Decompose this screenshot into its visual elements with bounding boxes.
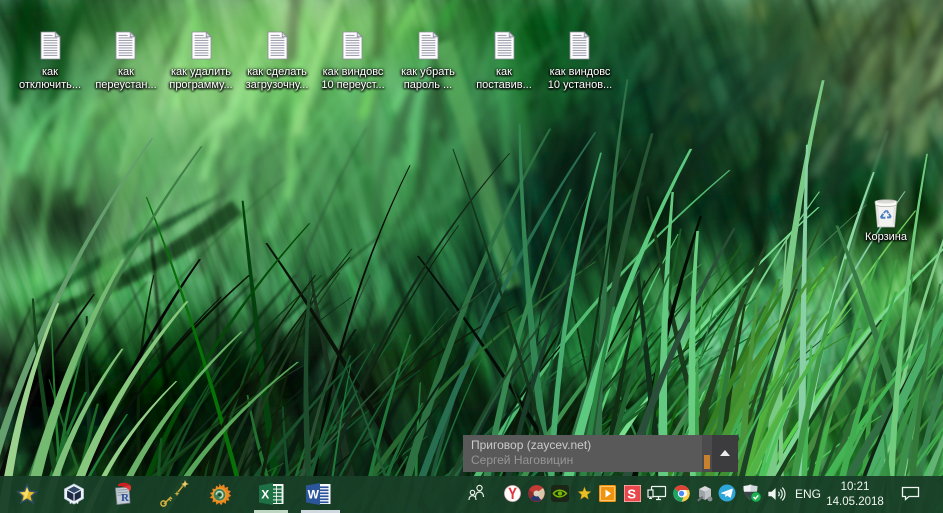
svg-text:W: W (308, 488, 320, 502)
svg-text:X: X (261, 488, 269, 502)
svg-text:R: R (121, 492, 130, 504)
svg-text:S: S (627, 487, 636, 502)
